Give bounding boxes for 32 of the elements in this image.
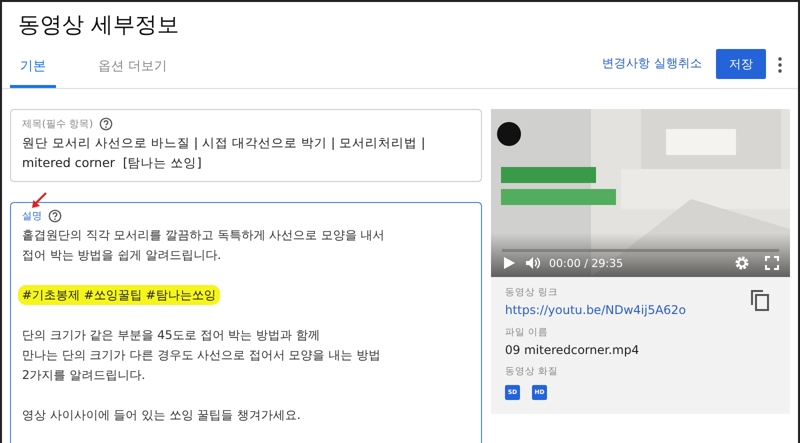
copy-icon[interactable] xyxy=(750,289,770,311)
description-line: 홑겹원단의 직각 모서리를 깔끔하고 독특하게 사선으로 모양을 내서 xyxy=(22,227,385,244)
title-text: 원단 모서리 사선으로 바느질 | 시접 대각선으로 박기 | 모서리처리법 | mitered corner [탐나는 쏘잉] xyxy=(22,134,426,172)
play-icon[interactable] xyxy=(501,255,517,271)
page-title: 동영상 세부정보 xyxy=(17,12,180,40)
file-label: 파일 이름 xyxy=(505,326,550,339)
quality-label: 동영상 화질 xyxy=(505,365,560,378)
hashtag-text: #기초봉제 #쏘잉꿀팁 #탐나는쏘잉 xyxy=(18,285,220,305)
description-line: 만나는 단의 크기가 다른 경우도 사선으로 접어서 모양을 내는 방법 xyxy=(22,347,380,364)
arrow-annotation xyxy=(30,192,48,210)
description-line: 2가지를 알려드립니다. xyxy=(22,367,146,384)
video-time: 00:00 / 29:35 xyxy=(549,256,624,270)
help-icon[interactable] xyxy=(48,209,62,223)
tab[interactable]: 기본 xyxy=(10,57,56,88)
volume-icon[interactable] xyxy=(525,255,541,271)
tab[interactable]: 옵션 더보기 xyxy=(88,57,178,88)
file-name: 09 miteredcorner.mp4 xyxy=(505,343,640,357)
field-label: 설명 xyxy=(22,210,42,223)
link-label: 동영상 링크 xyxy=(505,286,560,299)
fullscreen-icon[interactable] xyxy=(764,255,780,271)
video-link[interactable]: https://youtu.be/NDw4ij5A62o xyxy=(505,303,686,317)
settings-icon[interactable] xyxy=(734,255,750,271)
description-line: 영상 사이사이에 들어 있는 쏘잉 꿀팁들 챙겨가세요. xyxy=(22,407,301,424)
undo-button[interactable]: 변경사항 실행취소 xyxy=(602,55,702,72)
help-icon[interactable] xyxy=(98,117,113,131)
title-field[interactable]: 제목(필수 항목) 원단 모서리 사선으로 바느질 | 시접 대각선으로 박기 | 모서리처리법 | mitered corner [탐나는 쏘잉] xyxy=(10,109,482,182)
description-field[interactable]: 설명 홑겹원단의 직각 모서리를 깔끔하고 독특하게 사선으로 모양을 내서 접어 박는 방법을 쉽게 알려드립니다. #기초봉제 #쏘잉꿀팁 #탐나는쏘잉 단의 크기가 같은 부분을 45도로 접어 박는 방법과 함께 만나는 단의 크기가 다른 경우도 사선으로 접어서 모양을 내는 방법 2가지를 알려드립니다. 영상 사이사이에 들어 있는 쏘잉 꿀팁들 챙겨가세요. xyxy=(10,202,482,443)
description-line: 단의 크기가 같은 부분을 45도로 접어 박는 방법과 함께 xyxy=(22,327,320,344)
description-line: 접어 박는 방법을 쉽게 알려드립니다. xyxy=(22,247,222,264)
more-icon[interactable] xyxy=(778,57,782,73)
save-button[interactable]: 저장 xyxy=(716,49,766,79)
field-label: 제목(필수 항목) xyxy=(22,118,93,131)
